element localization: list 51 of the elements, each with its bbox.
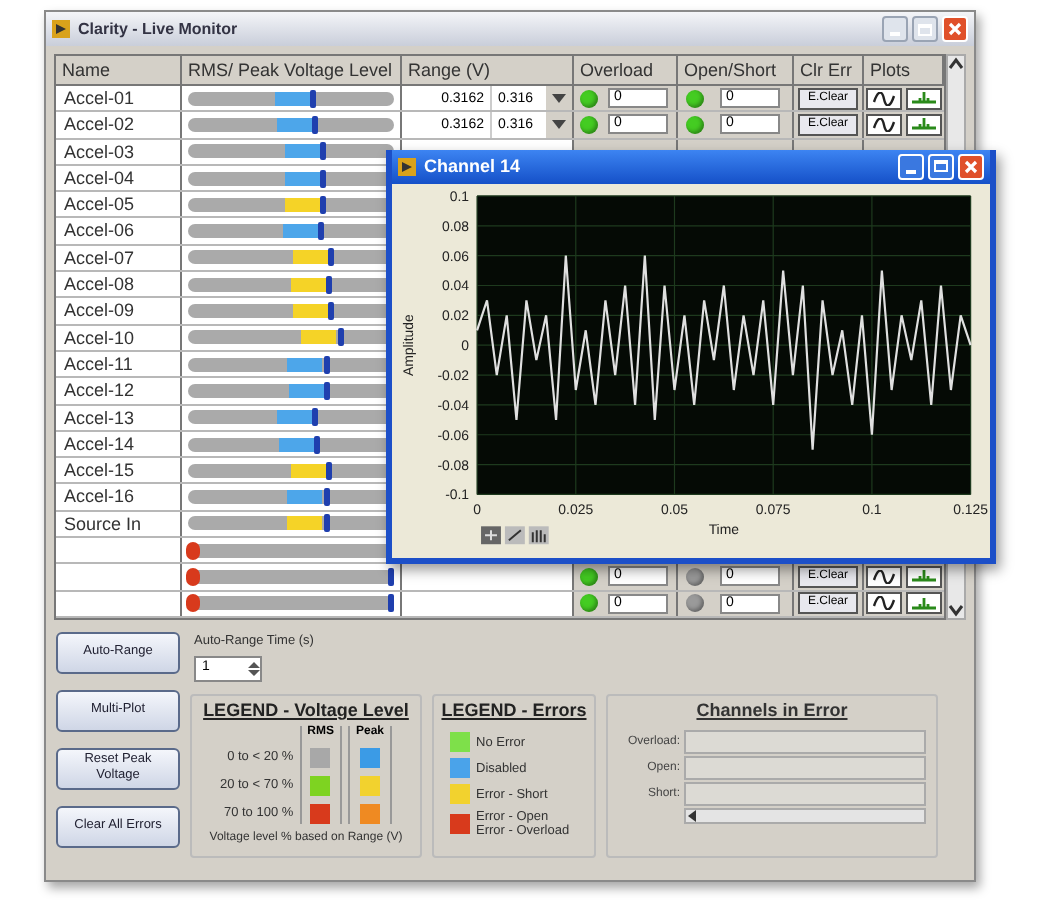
column-header: Range (V) — [408, 60, 491, 80]
legend-title: LEGEND - Voltage Level — [203, 697, 409, 724]
spectrum-plot-button[interactable] — [906, 113, 942, 136]
spinner-icon[interactable] — [248, 659, 260, 678]
app-icon — [52, 20, 70, 38]
name-cell: Accel-04 — [56, 165, 182, 191]
magnifier-icon[interactable] — [504, 526, 525, 545]
column-header: Name — [62, 60, 111, 80]
close-icon[interactable] — [958, 153, 984, 180]
column-header: Open/Short — [684, 60, 777, 80]
channel-list-field[interactable] — [684, 756, 926, 781]
name-cell: Accel-08 — [56, 272, 182, 297]
zoom-tool-icon[interactable] — [481, 526, 501, 545]
name-cell: Accel-15 — [56, 458, 182, 483]
waveform-plot-button[interactable] — [866, 113, 902, 136]
scroll-up-icon[interactable] — [948, 56, 964, 72]
scroll-down-icon[interactable] — [948, 601, 964, 618]
name-cell: Accel-01 — [56, 86, 182, 111]
spectrum-plot-button[interactable] — [906, 592, 942, 615]
panel-title: Channels in Error — [696, 697, 848, 724]
column-header: Overload — [580, 60, 654, 80]
close-icon[interactable] — [942, 16, 968, 42]
name-cell: Accel-09 — [56, 298, 182, 324]
channel-list-field[interactable] — [684, 782, 926, 807]
column-header: Plots — [870, 60, 911, 80]
waveform-plot-button[interactable] — [866, 565, 902, 588]
name-cell: Accel-02 — [56, 112, 182, 138]
name-cell: Accel-11 — [56, 351, 182, 377]
name-cell: Accel-14 — [56, 431, 182, 457]
spectrum-plot-button[interactable] — [906, 87, 942, 110]
name-cell: Accel-03 — [56, 139, 182, 164]
name-cell: Accel-05 — [56, 192, 182, 217]
channel-list-field[interactable] — [684, 730, 926, 755]
name-cell: Accel-06 — [56, 218, 182, 244]
waveform-plot-button[interactable] — [866, 592, 902, 615]
column-header: RMS/ Peak Voltage Level — [188, 60, 393, 80]
name-cell: Source In — [56, 511, 182, 537]
spectrum-plot-button[interactable] — [906, 565, 942, 588]
name-cell: Accel-12 — [56, 378, 182, 404]
app-icon — [398, 157, 416, 176]
name-cell: Accel-13 — [56, 405, 182, 430]
window-title: Channel 14 — [424, 153, 521, 180]
name-cell: Accel-16 — [56, 484, 182, 510]
horizontal-scrollbar[interactable] — [684, 808, 926, 825]
window-title: Clarity - Live Monitor — [78, 17, 238, 41]
name-cell: Accel-10 — [56, 325, 182, 350]
column-header: Clr Err — [800, 60, 852, 80]
legend-title: LEGEND - Errors — [441, 697, 587, 724]
hand-icon[interactable] — [528, 526, 549, 545]
waveform-plot-button[interactable] — [866, 87, 902, 110]
name-cell: Accel-07 — [56, 245, 182, 271]
